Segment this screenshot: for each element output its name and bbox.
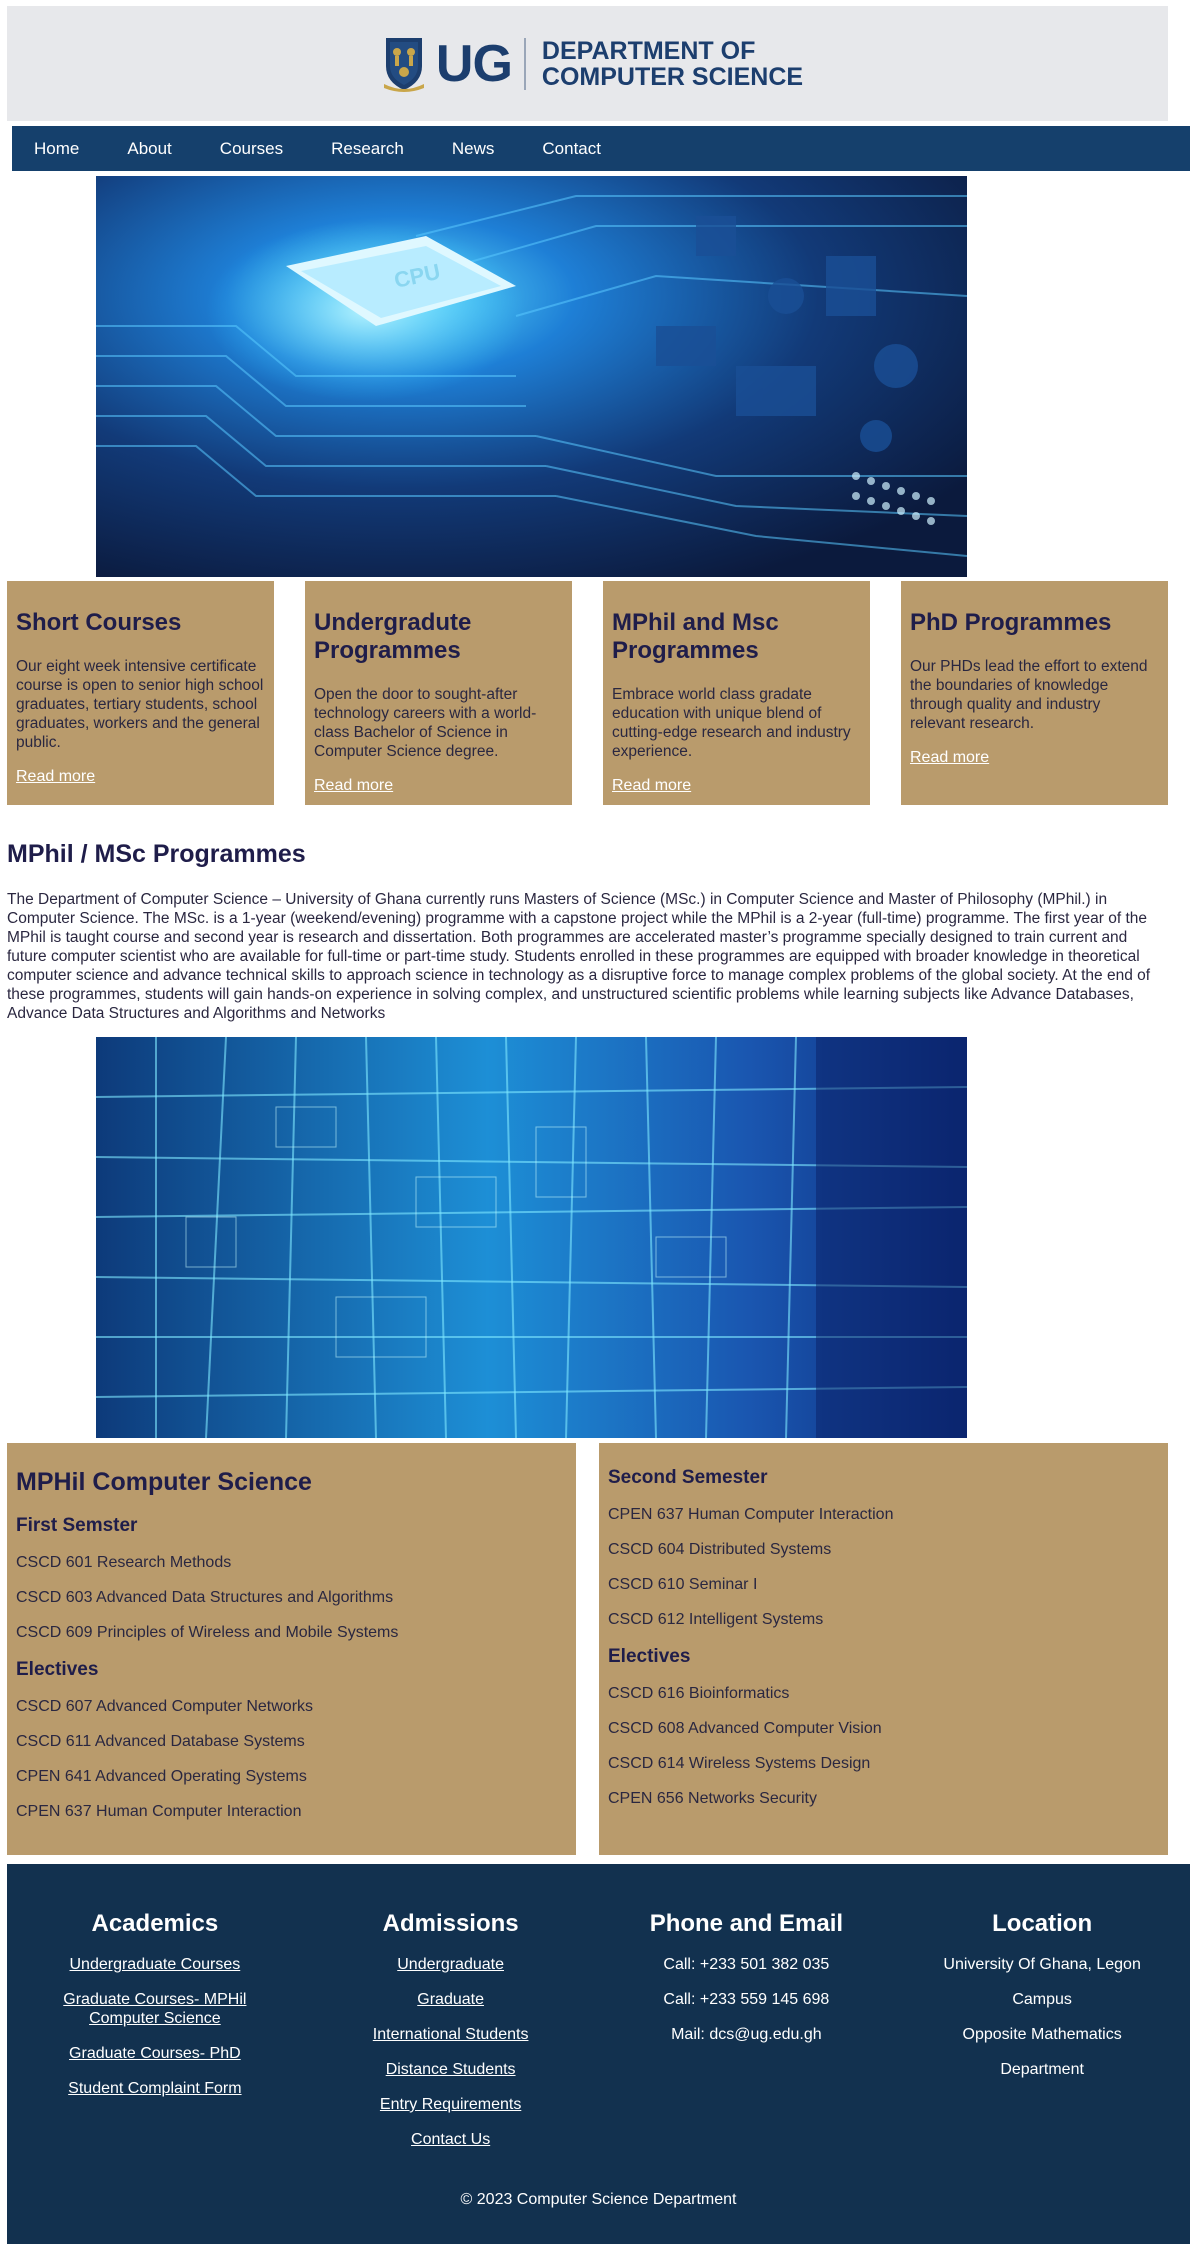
footer-heading: Location — [992, 1910, 1093, 1937]
dept-name: DEPARTMENT OF COMPUTER SCIENCE — [542, 38, 803, 90]
footer-admissions: Admissions Undergraduate Graduate Intern… — [303, 1910, 599, 2165]
course-item: CSCD 614 Wireless Systems Design — [608, 1755, 871, 1772]
programme-cards: Short Courses Our eight week intensive c… — [7, 581, 1168, 805]
footer-link-graduate-mphil[interactable]: Graduate Courses- MPHil Computer Science — [55, 1990, 255, 2028]
course-item: CSCD 604 Distributed Systems — [608, 1541, 832, 1558]
course-item: CSCD 608 Advanced Computer Vision — [608, 1720, 882, 1737]
logo-ug-text: UG — [435, 34, 513, 93]
site-header: UG DEPARTMENT OF COMPUTER SCIENCE — [7, 6, 1168, 121]
footer-heading: Academics — [91, 1910, 219, 1937]
card-phd: PhD Programmes Our PHDs lead the effort … — [901, 581, 1168, 805]
footer-phone-2: Call: +233 559 145 698 — [663, 1991, 830, 2008]
course-item: CPEN 637 Human Computer Interaction — [608, 1506, 894, 1523]
nav-courses[interactable]: Courses — [220, 139, 283, 159]
course-item: CPEN 637 Human Computer Interaction — [16, 1803, 302, 1820]
copyright: © 2023 Computer Science Department — [460, 2191, 737, 2208]
course-item: CSCD 616 Bioinformatics — [608, 1685, 790, 1702]
footer-link-graduate-phd[interactable]: Graduate Courses- PhD — [55, 2044, 255, 2063]
footer-link-distance[interactable]: Distance Students — [351, 2060, 551, 2079]
course-item: CPEN 656 Networks Security — [608, 1790, 817, 1807]
second-semester-heading: Second Semester — [608, 1467, 768, 1488]
site-footer: Academics Undergraduate Courses Graduate… — [7, 1864, 1190, 2244]
footer-link-complaint-form[interactable]: Student Complaint Form — [55, 2079, 255, 2098]
electives-heading: Electives — [608, 1646, 691, 1667]
card-title: Short Courses — [16, 609, 182, 636]
card-text: Our eight week intensive certificate cou… — [16, 658, 264, 751]
dept-line-1: DEPARTMENT OF — [541, 36, 756, 65]
course-item: CSCD 607 Advanced Computer Networks — [16, 1698, 314, 1715]
crest-icon — [382, 36, 426, 92]
card-text: Our PHDs lead the effort to extend the b… — [910, 658, 1148, 732]
course-box-second-semester: Second Semester CPEN 637 Human Computer … — [599, 1443, 1168, 1855]
course-item: CPEN 641 Advanced Operating Systems — [16, 1768, 307, 1785]
section-title: MPhil / MSc Programmes — [7, 840, 306, 868]
footer-contact: Phone and Email Call: +233 501 382 035 C… — [599, 1910, 895, 2165]
footer-columns: Academics Undergraduate Courses Graduate… — [7, 1910, 1190, 2165]
read-more-link[interactable]: Read more — [910, 749, 989, 766]
read-more-link[interactable]: Read more — [612, 777, 691, 794]
first-semester-heading: First Semster — [16, 1515, 138, 1536]
course-title: MPHil Computer Science — [16, 1468, 312, 1496]
read-more-link[interactable]: Read more — [16, 768, 95, 785]
course-item: CSCD 603 Advanced Data Structures and Al… — [16, 1589, 394, 1606]
footer-location-line: Opposite Mathematics — [962, 2026, 1122, 2043]
footer-link-graduate[interactable]: Graduate — [351, 1990, 551, 2009]
dept-line-2: COMPUTER SCIENCE — [541, 62, 804, 91]
ug-logo[interactable]: UG DEPARTMENT OF COMPUTER SCIENCE — [382, 34, 803, 94]
course-box-first-semester: MPHil Computer Science First Semster CSC… — [7, 1443, 576, 1855]
footer-link-undergraduate-courses[interactable]: Undergraduate Courses — [55, 1955, 255, 1974]
course-item: CSCD 610 Seminar I — [608, 1576, 758, 1593]
footer-email: Mail: dcs@ug.edu.gh — [671, 2026, 822, 2043]
card-title: PhD Programmes — [910, 609, 1112, 636]
footer-location-line: Campus — [1012, 1991, 1072, 2008]
course-item: CSCD 611 Advanced Database Systems — [16, 1733, 305, 1750]
card-mphil-msc: MPhil and Msc Programmes Embrace world c… — [603, 581, 870, 805]
footer-phone-1: Call: +233 501 382 035 — [663, 1956, 830, 1973]
nav-about[interactable]: About — [127, 139, 171, 159]
nav-home[interactable]: Home — [34, 139, 79, 159]
footer-link-entry-requirements[interactable]: Entry Requirements — [351, 2095, 551, 2114]
footer-location-line: Department — [1000, 2061, 1084, 2078]
footer-link-international[interactable]: International Students — [351, 2025, 551, 2044]
course-item: CSCD 612 Intelligent Systems — [608, 1611, 824, 1628]
nav-news[interactable]: News — [452, 139, 495, 159]
nav-contact[interactable]: Contact — [542, 139, 601, 159]
nav-research[interactable]: Research — [331, 139, 404, 159]
read-more-link[interactable]: Read more — [314, 777, 393, 794]
footer-academics: Academics Undergraduate Courses Graduate… — [7, 1910, 303, 2165]
card-title: Undergradute Programmes — [314, 609, 472, 664]
course-item: CSCD 609 Principles of Wireless and Mobi… — [16, 1624, 399, 1641]
footer-location: Location University Of Ghana, Legon Camp… — [894, 1910, 1190, 2165]
footer-location-line: University Of Ghana, Legon — [943, 1956, 1141, 1973]
cpu-circuit-board-image: CPU — [96, 176, 967, 577]
course-item: CSCD 601 Research Methods — [16, 1554, 232, 1571]
main-nav: Home About Courses Research News Contact — [12, 126, 1190, 171]
digital-data-grid-image — [96, 1037, 967, 1438]
footer-heading: Phone and Email — [649, 1910, 844, 1937]
logo-divider — [523, 37, 526, 90]
card-undergraduate: Undergradute Programmes Open the door to… — [305, 581, 572, 805]
footer-heading: Admissions — [382, 1910, 519, 1937]
card-short-courses: Short Courses Our eight week intensive c… — [7, 581, 274, 805]
section-body: The Department of Computer Science – Uni… — [7, 891, 1151, 1022]
card-text: Open the door to sought-after technology… — [314, 686, 537, 760]
card-text: Embrace world class gradate education wi… — [612, 686, 851, 760]
footer-link-contact-us[interactable]: Contact Us — [351, 2130, 551, 2149]
footer-link-undergraduate[interactable]: Undergraduate — [351, 1955, 551, 1974]
electives-heading: Electives — [16, 1659, 99, 1680]
card-title: MPhil and Msc Programmes — [612, 609, 779, 664]
